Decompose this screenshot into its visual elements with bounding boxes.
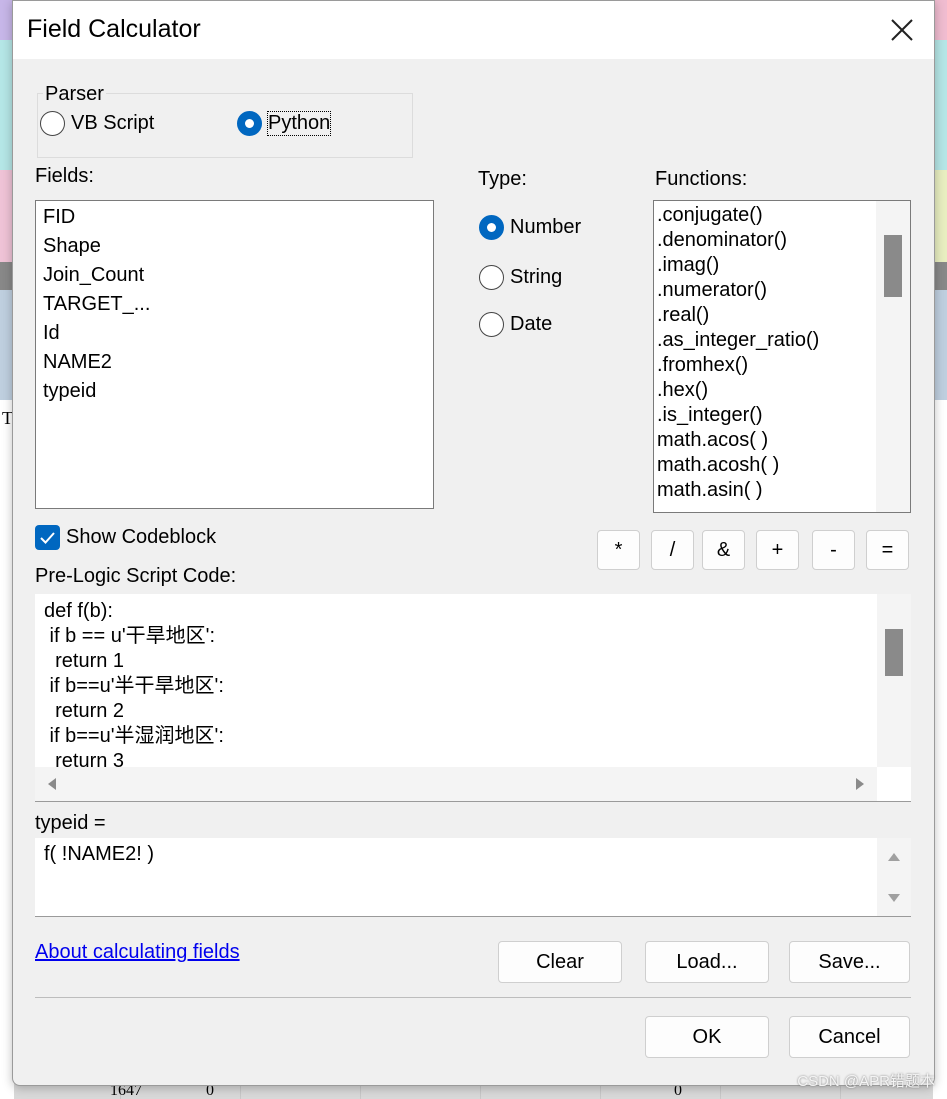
radio-off-icon (479, 312, 504, 337)
type-string-radio[interactable]: String (479, 265, 562, 290)
type-number-label: Number (510, 216, 582, 238)
function-item[interactable]: .denominator() (654, 228, 910, 253)
field-item-id[interactable]: Id (36, 319, 433, 348)
function-item[interactable]: math.acosh( ) (654, 453, 910, 478)
functions-label: Functions: (655, 168, 748, 190)
pre-logic-label: Pre-Logic Script Code: (35, 565, 237, 587)
operator-ampersand-button[interactable]: & (702, 530, 745, 570)
field-item-typeid[interactable]: typeid (36, 377, 433, 406)
function-item[interactable]: .real() (654, 303, 910, 328)
code-lines: def f(b): if b == u'干旱地区': return 1 if b… (35, 599, 875, 767)
expression-text: f( !NAME2! ) (44, 843, 155, 865)
code-line: if b==u'半湿润地区': (44, 725, 224, 747)
parser-python-radio[interactable]: Python (237, 111, 332, 136)
code-line: if b==u'半干旱地区': (44, 675, 224, 697)
function-item[interactable]: math.asin( ) (654, 478, 910, 503)
expression-scrollbar[interactable] (877, 838, 911, 916)
radio-on-icon (237, 111, 262, 136)
close-button[interactable] (886, 14, 918, 46)
functions-scroll-thumb[interactable] (884, 235, 902, 297)
code-line: return 3 (44, 750, 125, 767)
expression-label: typeid = (35, 812, 106, 834)
code-line: return 2 (44, 700, 125, 722)
ok-button[interactable]: OK (645, 1016, 769, 1058)
code-horizontal-scrollbar[interactable] (35, 767, 877, 801)
function-item[interactable]: math.acos( ) (654, 428, 910, 453)
scroll-down-icon[interactable] (888, 893, 900, 903)
function-item[interactable]: .imag() (654, 253, 910, 278)
fields-label: Fields: (35, 165, 94, 187)
load-button[interactable]: Load... (645, 941, 769, 983)
type-label: Type: (478, 168, 527, 190)
field-calculator-dialog: Field Calculator Parser VB Script Python… (12, 0, 935, 1086)
save-button[interactable]: Save... (789, 941, 910, 983)
scroll-left-icon[interactable] (47, 778, 57, 790)
close-icon (891, 19, 913, 41)
operator-equals-button[interactable]: = (866, 530, 909, 570)
footer-divider (35, 997, 911, 998)
code-vertical-scrollbar[interactable] (877, 594, 911, 767)
function-item[interactable]: .as_integer_ratio() (654, 328, 910, 353)
function-item[interactable]: .fromhex() (654, 353, 910, 378)
type-string-label: String (510, 266, 563, 288)
parser-vbscript-radio[interactable]: VB Script (40, 111, 154, 136)
show-codeblock-checkbox[interactable] (35, 525, 60, 550)
scroll-up-icon[interactable] (888, 852, 900, 862)
about-calculating-fields-link[interactable]: About calculating fields (35, 941, 240, 964)
code-line: return 1 (44, 650, 125, 672)
operator-plus-button[interactable]: + (756, 530, 799, 570)
radio-on-icon (479, 215, 504, 240)
functions-scrollbar[interactable] (876, 201, 910, 512)
title-bar: Field Calculator (13, 1, 934, 59)
field-item-target[interactable]: TARGET_... (36, 290, 433, 319)
radio-off-icon (479, 265, 504, 290)
pre-logic-code-editor[interactable]: def f(b): if b == u'干旱地区': return 1 if b… (35, 594, 911, 802)
background-right-strip (933, 0, 947, 1099)
cancel-button[interactable]: Cancel (789, 1016, 910, 1058)
function-item[interactable]: .numerator() (654, 278, 910, 303)
parser-vbscript-label: VB Script (71, 112, 155, 134)
type-date-radio[interactable]: Date (479, 312, 552, 337)
functions-list[interactable]: .conjugate() .denominator() .imag() .num… (653, 200, 911, 513)
type-date-label: Date (510, 313, 553, 335)
operator-minus-button[interactable]: - (812, 530, 855, 570)
field-item-join-count[interactable]: Join_Count (36, 261, 433, 290)
function-item[interactable]: .is_integer() (654, 403, 910, 428)
parser-label: Parser (43, 83, 106, 106)
checkmark-icon (40, 532, 55, 544)
show-codeblock-label: Show Codeblock (66, 526, 217, 548)
radio-off-icon (40, 111, 65, 136)
code-line: if b == u'干旱地区': (44, 625, 216, 647)
field-item-name2[interactable]: NAME2 (36, 348, 433, 377)
type-number-radio[interactable]: Number (479, 215, 581, 240)
scroll-right-icon[interactable] (855, 778, 865, 790)
operator-multiply-button[interactable]: * (597, 530, 640, 570)
fields-list[interactable]: FID Shape Join_Count TARGET_... Id NAME2… (35, 200, 434, 509)
parser-python-label: Python (266, 111, 332, 136)
code-vertical-scroll-thumb[interactable] (885, 629, 903, 676)
watermark-text: CSDN @APR错题本 (797, 1073, 935, 1090)
field-item-shape[interactable]: Shape (36, 232, 433, 261)
expression-input[interactable]: f( !NAME2! ) (35, 838, 911, 917)
code-line: def f(b): (44, 600, 113, 622)
field-item-fid[interactable]: FID (36, 203, 433, 232)
function-item[interactable]: .conjugate() (654, 203, 910, 228)
function-item[interactable]: .hex() (654, 378, 910, 403)
dialog-title: Field Calculator (27, 15, 201, 43)
clear-button[interactable]: Clear (498, 941, 622, 983)
operator-divide-button[interactable]: / (651, 530, 694, 570)
